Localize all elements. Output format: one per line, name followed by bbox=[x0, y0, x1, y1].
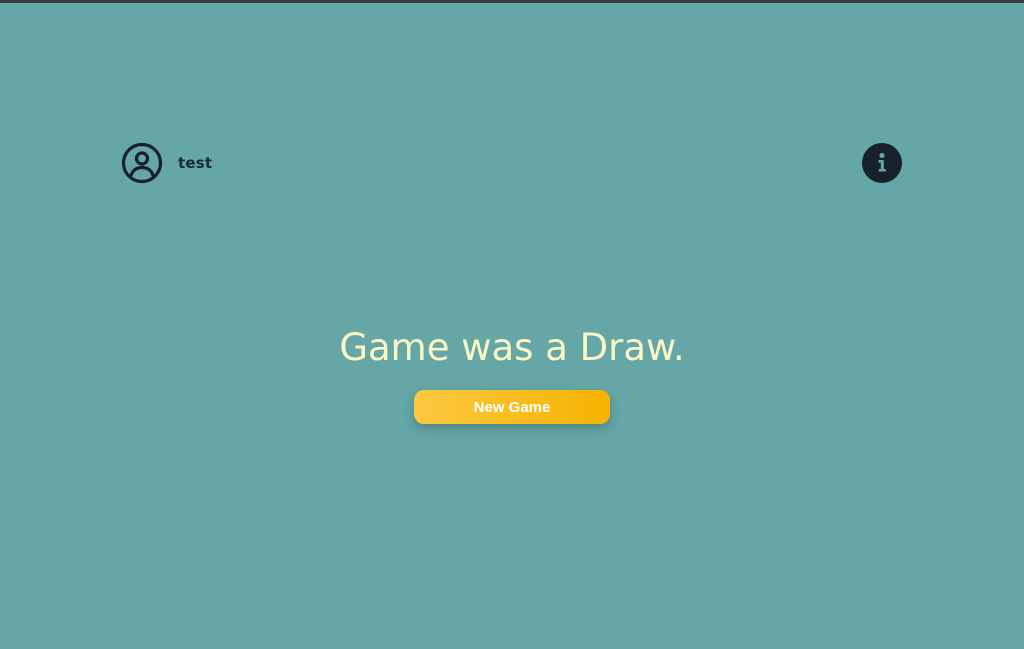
window-top-border bbox=[0, 0, 1024, 3]
user-circle-icon[interactable] bbox=[121, 142, 163, 184]
new-game-button[interactable]: New Game bbox=[414, 390, 610, 424]
user-profile[interactable]: test bbox=[121, 142, 212, 184]
username-label: test bbox=[178, 154, 213, 172]
info-icon[interactable] bbox=[862, 143, 902, 183]
info-button[interactable] bbox=[862, 143, 902, 183]
game-result-message: Game was a Draw. bbox=[339, 326, 685, 369]
